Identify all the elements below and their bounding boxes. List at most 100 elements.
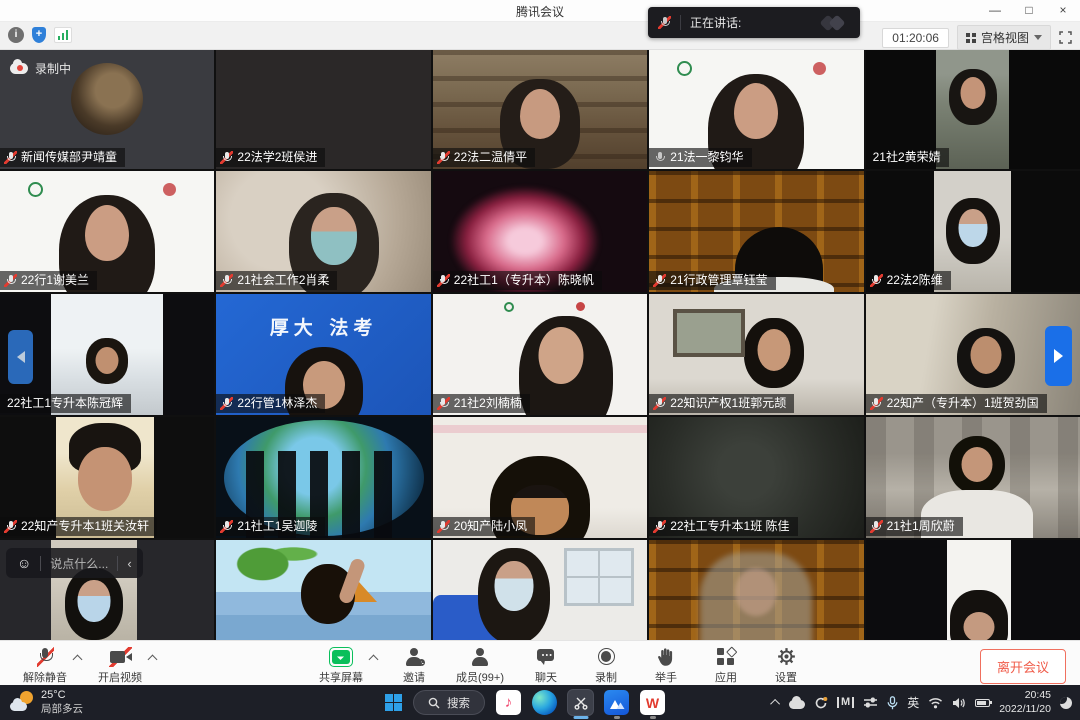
collapse-chat-icon[interactable]: ‹ xyxy=(127,556,131,571)
emoji-icon[interactable]: ☺ xyxy=(17,556,31,570)
participant-name-tag: 21行政管理覃钰莹 xyxy=(649,271,775,290)
video-tile[interactable]: 22法2陈维 xyxy=(866,171,1080,292)
sync-icon[interactable] xyxy=(814,696,828,710)
m-app-tray-icon[interactable]: M xyxy=(837,697,854,708)
windows-taskbar: 25°C 局部多云 搜索 ♪ W xyxy=(0,685,1080,720)
video-tile[interactable]: 20知产陆小凤 xyxy=(433,417,647,538)
video-tile[interactable]: 22行1谢美兰 xyxy=(0,171,214,292)
wps-office-icon[interactable]: W xyxy=(640,690,665,715)
video-tile[interactable] xyxy=(649,540,863,640)
video-tile[interactable]: 厚大 法考 22行管1林泽杰 xyxy=(216,294,430,415)
participant-name: 22社工专升本1班 陈佳 xyxy=(670,518,789,535)
video-tile[interactable] xyxy=(433,540,647,640)
chat-button[interactable]: 聊天 xyxy=(523,646,569,685)
college-logo xyxy=(163,183,176,196)
chevron-right-icon xyxy=(1054,349,1063,363)
video-tile[interactable]: 21社2刘楠楠 xyxy=(433,294,647,415)
unmute-button[interactable]: 解除静音 xyxy=(16,646,74,685)
raise-hand-button[interactable]: 举手 xyxy=(643,646,689,685)
chat-input-placeholder[interactable]: 说点什么... xyxy=(50,555,108,572)
video-tile[interactable]: 21法一黎钧华 xyxy=(649,50,863,169)
next-page-button[interactable] xyxy=(1045,326,1072,386)
video-tile[interactable] xyxy=(866,540,1080,640)
taskbar-search[interactable]: 搜索 xyxy=(413,690,485,715)
college-logo xyxy=(813,62,826,75)
palm-tree-shape xyxy=(225,540,343,640)
hut-shape xyxy=(341,582,377,602)
video-options-chevron[interactable] xyxy=(148,655,158,665)
meeting-timer: 01:20:06 xyxy=(882,28,949,48)
taskbar-clock[interactable]: 20:45 2022/11/20 xyxy=(999,689,1051,716)
participant-name-tag: 21社会工作2肖柔 xyxy=(216,271,337,290)
network-quality-icon[interactable] xyxy=(54,27,72,43)
recording-badge-label: 录制中 xyxy=(35,60,71,77)
video-tile[interactable]: 21社工1吴迦陵 xyxy=(216,417,430,538)
sofa-shape xyxy=(433,595,510,640)
prev-page-button[interactable] xyxy=(8,330,33,384)
participant-name: 21行政管理覃钰莹 xyxy=(670,272,767,289)
title-bar: 腾讯会议 — □ × xyxy=(0,0,1080,22)
music-app-icon[interactable]: ♪ xyxy=(496,690,521,715)
meeting-info-icon[interactable]: i xyxy=(8,27,24,43)
maximize-button[interactable]: □ xyxy=(1012,0,1046,22)
speaker-icon[interactable] xyxy=(952,697,966,709)
video-tile[interactable]: 22法二温倩平 xyxy=(433,50,647,169)
members-button[interactable]: 成员(99+) xyxy=(451,646,509,685)
view-controls: 01:20:06 宫格视图 xyxy=(882,25,1072,50)
grid-view-button[interactable]: 宫格视图 xyxy=(957,25,1051,50)
record-button[interactable]: 录制 xyxy=(583,646,629,685)
video-tile[interactable]: 22社工1（专升本）陈晓帆 xyxy=(433,171,647,292)
unmute-label: 解除静音 xyxy=(23,669,67,685)
quick-settings-icon[interactable] xyxy=(863,696,878,709)
video-tile[interactable] xyxy=(216,540,430,640)
muted-mic-icon xyxy=(437,397,450,410)
participant-name-tag: 21社2刘楠楠 xyxy=(433,394,530,413)
settings-button[interactable]: 设置 xyxy=(763,646,809,685)
leave-meeting-button[interactable]: 离开会议 xyxy=(980,649,1066,684)
weather-widget[interactable]: 25°C 局部多云 xyxy=(10,689,83,716)
video-tile[interactable]: ☺ 说点什么... ‹ xyxy=(0,540,214,640)
fullscreen-button[interactable] xyxy=(1059,31,1072,44)
video-tile[interactable]: 21社会工作2肖柔 xyxy=(216,171,430,292)
ime-language-indicator[interactable]: 英 xyxy=(907,694,919,711)
video-tile[interactable]: 录制中 新闻传媒部尹靖童 xyxy=(0,50,214,169)
minimize-button[interactable]: — xyxy=(978,0,1012,22)
onedrive-cloud-icon[interactable] xyxy=(789,700,805,709)
share-screen-button[interactable]: 共享屏幕 xyxy=(312,646,370,685)
grid-view-icon xyxy=(966,33,976,43)
participant-name: 22行1谢美兰 xyxy=(21,272,89,289)
video-strip xyxy=(947,540,1011,640)
screenshot-tool-icon[interactable] xyxy=(568,690,593,715)
video-tile[interactable]: 22知产专升本1班关汝轩 xyxy=(0,417,214,538)
meeting-security-icon[interactable]: + xyxy=(32,27,46,43)
invite-button[interactable]: + 邀请 xyxy=(391,646,437,685)
participant-name: 22知识产权1班郭元颉 xyxy=(670,395,786,412)
microphone-tray-icon[interactable] xyxy=(887,696,898,710)
do-not-disturb-moon-icon[interactable] xyxy=(1060,697,1072,709)
tray-overflow-chevron[interactable] xyxy=(770,699,780,709)
quick-chat-bar[interactable]: ☺ 说点什么... ‹ xyxy=(6,548,143,578)
battery-icon[interactable] xyxy=(975,699,990,707)
participant-name: 21社2黄荣婧 xyxy=(873,149,941,166)
wifi-icon[interactable] xyxy=(928,697,943,709)
video-tile[interactable]: 22知识产权1班郭元颉 xyxy=(649,294,863,415)
video-tile[interactable]: 21社1周欣蔚 xyxy=(866,417,1080,538)
start-video-button[interactable]: 开启视频 xyxy=(91,646,149,685)
video-tile[interactable]: 22社工专升本1班 陈佳 xyxy=(649,417,863,538)
edge-browser-icon[interactable] xyxy=(532,690,557,715)
participant-name-tag: 22行管1林泽杰 xyxy=(216,394,325,413)
participant-name-tag: 21社1周欣蔚 xyxy=(866,517,963,536)
tencent-meeting-app-icon[interactable] xyxy=(604,690,629,715)
start-button[interactable] xyxy=(385,694,402,711)
active-app-indicator xyxy=(573,716,588,719)
close-button[interactable]: × xyxy=(1046,0,1080,22)
apps-button[interactable]: 应用 xyxy=(703,646,749,685)
muted-mic-icon xyxy=(220,151,233,164)
video-tile[interactable]: 21行政管理覃钰莹 xyxy=(649,171,863,292)
video-tile[interactable]: 21社2黄荣婧 xyxy=(866,50,1080,169)
audio-options-chevron[interactable] xyxy=(73,655,83,665)
share-options-chevron[interactable] xyxy=(369,655,379,665)
video-tile[interactable]: 22法学2班侯进 xyxy=(216,50,430,169)
participant-name-tag: 22知产专升本1班关汝轩 xyxy=(0,517,157,536)
participant-name-tag: 新闻传媒部尹靖童 xyxy=(0,148,125,167)
